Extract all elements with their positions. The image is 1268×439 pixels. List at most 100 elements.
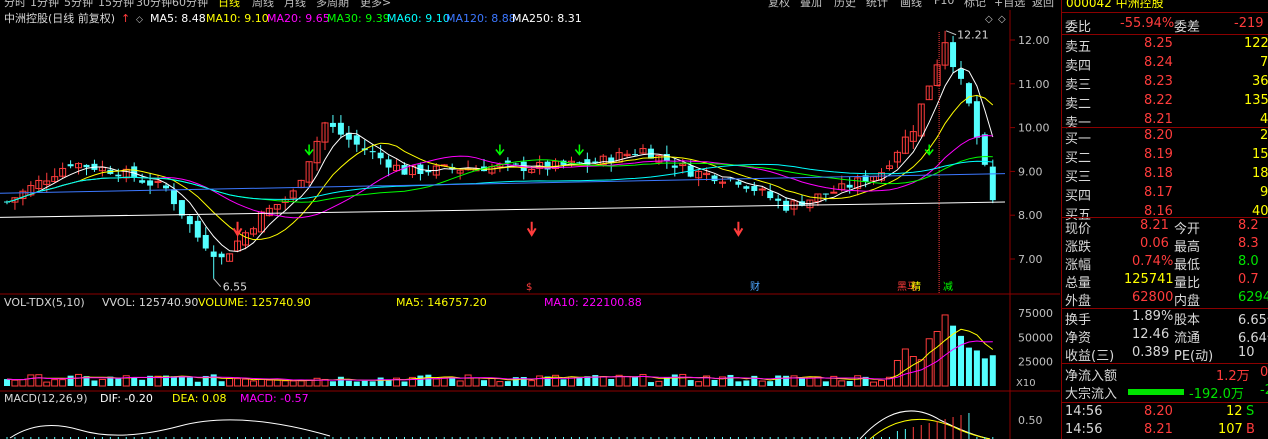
volume-bar [464,374,472,387]
toolbar-button-7[interactable]: +自选 [994,0,1025,10]
tick-row: 14:56 8.21 107 B [1062,422,1268,439]
quote-panel: 000042 中洲控股 委比 -55.94% 委差 -219 卖五 8.25 122 卖四 8.… [1061,0,1268,439]
period-tab-1[interactable]: 1分钟 [30,0,59,10]
candle-body [950,42,957,68]
stat-value: 0.389 [1132,345,1170,360]
volume-bar [329,381,336,386]
period-tab-10[interactable]: 更多> [360,0,391,10]
volume-bar [170,376,177,386]
row-separator [1062,363,1268,364]
macd-legend-1: DEA: 0.08 [172,392,226,405]
volume-bar [139,379,146,386]
bid-price: 8.18 [1144,166,1173,181]
volume-bar [35,374,43,387]
volume-bar [234,378,242,387]
price-tick-3: 9.00 [1018,165,1043,178]
toolbar-button-2[interactable]: 历史 [834,0,856,10]
toolbar-button-1[interactable]: 叠加 [800,0,822,10]
candle-body [178,200,185,216]
toolbar-button-4[interactable]: 画线 [900,0,922,10]
candle-body [353,135,360,145]
volume-bar [98,378,106,387]
price-tick-2: 10.00 [1018,122,1050,135]
volume-bar [11,379,19,387]
period-tab-0[interactable]: 分时 [4,0,26,10]
period-tab-2[interactable]: 5分钟 [64,0,93,10]
stat-label: 总量 [1065,276,1092,291]
volume-bar [735,381,742,386]
price-tick-5: 7.00 [1018,253,1043,266]
weicha-value: -219 [1234,16,1264,31]
toolbar-button-0[interactable]: 复权 [768,0,790,10]
ma250-line [0,201,1006,218]
period-tab-5[interactable]: 60分钟 [172,0,208,10]
volume-bar [59,379,67,387]
period-tab-6[interactable]: 日线 [218,0,240,10]
stat-label: 股本 [1174,313,1201,328]
up-arrow-icon: ↑ [121,12,130,25]
period-tab-3[interactable]: 15分钟 [98,0,134,10]
volume-bar [599,375,607,387]
stat-value: 10 [1238,345,1255,360]
toolbar-button-5[interactable]: F10 [934,0,954,7]
volume-bar [647,382,654,386]
ma5-line [6,67,994,253]
ask-price: 8.22 [1144,93,1173,108]
candle-body [576,162,583,164]
volume-bar [758,380,766,387]
chart-area[interactable]: 中洲控股(日线 前复权) ↑ ◇ MA5: 8.48 MA10: 9.10MA20: 9… [0,10,1060,439]
bid-volume: 15 [1252,147,1268,162]
stat-value: 8.2 [1238,218,1259,233]
event-marker-0: $ [526,282,532,293]
volume-bar [297,380,305,387]
volume-bar [115,377,122,386]
candle-body [822,193,829,195]
period-tab-9[interactable]: 多周期 [316,0,349,10]
bid-label: 买三 [1065,170,1092,185]
stat-value: 6294 [1238,290,1268,305]
volume-bar [361,380,368,386]
candle-body [83,164,90,168]
period-tab-7[interactable]: 周线 [252,0,274,10]
ask-volume: 122 [1244,36,1268,51]
candle-body [329,122,336,127]
volume-bar [695,381,703,387]
price-tick-0: 12.00 [1018,34,1050,47]
volume-bar [226,377,234,387]
volume-bar [257,378,265,387]
volume-bar [981,358,988,386]
volume-bar [958,335,964,386]
period-tab-8[interactable]: 月线 [284,0,306,10]
toolbar-button-3[interactable]: 统计 [866,0,888,10]
volume-bar [870,381,878,387]
toolbar-button-6[interactable]: 标记 [964,0,986,10]
toolbar-button-8[interactable]: 返回 [1032,0,1054,10]
ask-row: 卖四 8.24 7 [1062,55,1268,74]
candle-body [632,154,639,156]
volume-bar [751,375,758,386]
flow-bar [1128,389,1184,395]
stat-row: 涨跌 0.06 最高 8.3 [1062,236,1268,255]
buy-arrow-icon [232,221,243,237]
volume-bar [528,380,536,387]
volume-legend-0: VOLUME: 125740.90 [198,296,311,309]
volume-tick-2: 25000 [1018,356,1053,369]
stat-value: 8.21 [1140,218,1169,233]
tick-row: 14:56 8.20 12 S [1062,404,1268,423]
sell-arrow-icon [574,144,584,156]
volume-bar [194,381,201,386]
candle-body [170,189,177,205]
volume-bar [632,376,639,386]
ma-legend-3: MA30: 9.39 [327,12,390,25]
candle-body [210,251,217,257]
stat-value: 6.64亿 [1238,331,1268,346]
stat-value: 1.89% [1132,309,1174,324]
kline-title: 中洲控股(日线 前复权) [4,11,115,25]
candle-body [989,166,996,201]
volume-bar [671,374,678,386]
event-marker-4: 减 [943,281,953,293]
volume-title: VOL-TDX(5,10) [4,296,85,309]
period-tab-4[interactable]: 30分钟 [136,0,172,10]
volume-bar [178,376,185,386]
volume-bar [917,359,925,387]
